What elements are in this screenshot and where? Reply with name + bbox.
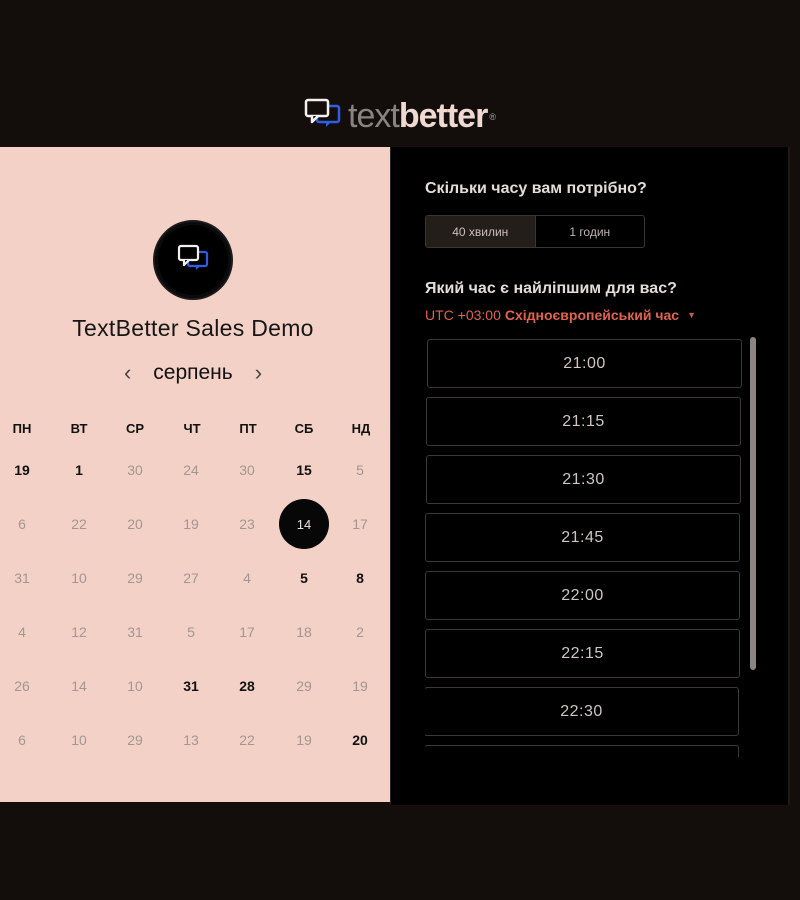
calendar-day: 17 [352, 516, 368, 532]
time-slot-button[interactable]: 21:30 [426, 455, 741, 504]
calendar-day: 10 [71, 732, 87, 748]
event-title: TextBetter Sales Demo [72, 315, 314, 341]
chat-bubbles-icon [176, 243, 210, 278]
weekday-label: ВТ [70, 421, 88, 436]
month-navigation: ‹ серпень › [0, 361, 386, 385]
month-label: серпень [153, 361, 233, 384]
weekday-header: ПН ВТ СР ЧТ ПТ СБ НД [0, 421, 390, 441]
weekday-label: СР [125, 421, 145, 436]
caret-down-icon: ▼ [687, 310, 696, 320]
calendar-day: 5 [356, 462, 364, 478]
time-question: Який час є найліпшим для вас? [425, 280, 677, 297]
calendar-day: 18 [296, 624, 312, 640]
booking-panel: Скільки часу вам потрібно? 40 хвилин 1 г… [390, 147, 790, 805]
calendar-day: 17 [239, 624, 255, 640]
calendar-day: 30 [239, 462, 255, 478]
calendar-day: 14 [71, 678, 87, 694]
avatar [153, 220, 233, 300]
calendar-day[interactable]: 31 [166, 661, 216, 711]
calendar-day: 29 [296, 678, 312, 694]
calendar-day: 23 [239, 516, 255, 532]
duration-question: Скільки часу вам потрібно? [425, 180, 647, 197]
timezone-offset: UTC +03:00 [425, 307, 501, 323]
slot-list-scrollbar[interactable] [750, 337, 756, 670]
calendar-day: 10 [71, 570, 87, 586]
calendar-day[interactable]: 28 [222, 661, 272, 711]
calendar-day: 13 [183, 732, 199, 748]
calendar-day: 31 [14, 570, 30, 586]
weekday-label: НД [351, 421, 371, 436]
time-slot-button[interactable] [425, 745, 739, 757]
calendar-day[interactable]: 19 [0, 445, 47, 495]
calendar-grid: 19 1 30 24 30 15 5 6 22 20 19 23 14 17 31 10 29 27 4 5 8 4 12 3… [0, 462, 390, 802]
calendar-day: 19 [296, 732, 312, 748]
time-slot-list: 21:00 21:15 21:30 21:45 22:00 22:15 22:30 [425, 339, 745, 757]
weekday-label: ПН [12, 421, 32, 436]
calendar-day: 22 [239, 732, 255, 748]
calendar-day: 5 [187, 624, 195, 640]
prev-month-icon[interactable]: ‹ [124, 362, 131, 384]
calendar-day: 19 [352, 678, 368, 694]
calendar-day[interactable]: 20 [335, 715, 385, 765]
calendar-day: 27 [183, 570, 199, 586]
weekday-label: ЧТ [183, 421, 201, 436]
time-slot-button[interactable]: 22:00 [425, 571, 740, 620]
calendar-day: 29 [127, 732, 143, 748]
chat-bubbles-icon [304, 98, 342, 133]
timezone-name: Східноєвропейський час [504, 307, 680, 323]
calendar-day[interactable]: 15 [279, 445, 329, 495]
brand-logo: textbetter ® [0, 98, 800, 133]
next-month-icon[interactable]: › [255, 362, 262, 384]
time-slot-button[interactable]: 22:30 [425, 687, 739, 736]
calendar-day[interactable]: 5 [279, 553, 329, 603]
logo-wordmark: textbetter [348, 96, 488, 135]
weekday-label: СБ [294, 421, 314, 436]
registered-mark: ® [489, 112, 496, 122]
calendar-panel: TextBetter Sales Demo ‹ серпень › ПН ВТ … [0, 147, 390, 802]
time-slot-button[interactable]: 21:45 [425, 513, 740, 562]
timezone-selector[interactable]: UTC +03:00 Східноєвропейський час ▼ [425, 307, 696, 323]
calendar-day: 6 [18, 516, 26, 532]
time-slot-button[interactable]: 21:15 [426, 397, 741, 446]
calendar-day: 4 [18, 624, 26, 640]
calendar-day[interactable]: 1 [54, 445, 104, 495]
calendar-day: 31 [127, 624, 143, 640]
duration-selector: 40 хвилин 1 годин [425, 215, 645, 248]
calendar-day[interactable]: 8 [335, 553, 385, 603]
calendar-day: 2 [356, 624, 364, 640]
calendar-day: 20 [127, 516, 143, 532]
calendar-day: 19 [183, 516, 199, 532]
time-slot-button[interactable]: 22:15 [425, 629, 740, 678]
time-slot-button[interactable]: 21:00 [427, 339, 742, 388]
calendar-day: 24 [183, 462, 199, 478]
calendar-day: 29 [127, 570, 143, 586]
calendar-day: 22 [71, 516, 87, 532]
calendar-day: 26 [14, 678, 30, 694]
calendar-day: 30 [127, 462, 143, 478]
calendar-day: 4 [243, 570, 251, 586]
calendar-day: 10 [127, 678, 143, 694]
calendar-day-selected[interactable]: 14 [279, 499, 329, 549]
duration-40-button[interactable]: 40 хвилин [426, 216, 535, 247]
calendar-day: 12 [71, 624, 87, 640]
duration-60-button[interactable]: 1 годин [534, 216, 645, 247]
weekday-label: ПТ [239, 421, 257, 436]
calendar-day: 6 [18, 732, 26, 748]
